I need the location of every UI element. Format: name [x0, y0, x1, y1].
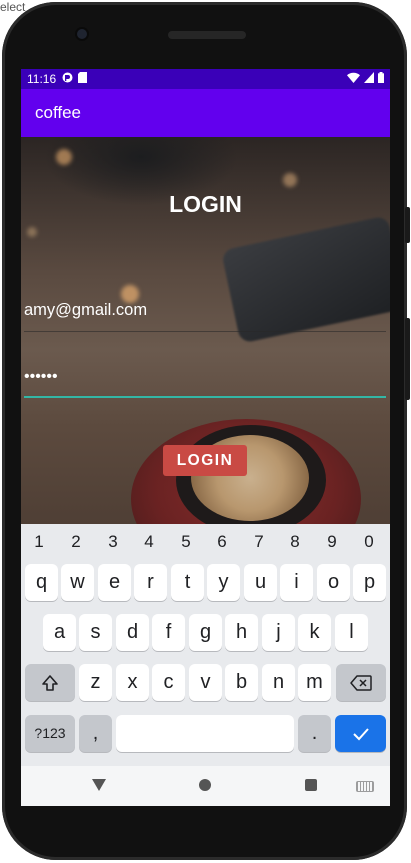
login-button[interactable]: LOGIN	[163, 445, 247, 476]
app-notification-icon	[62, 72, 73, 86]
keyboard-switch-icon[interactable]	[356, 781, 374, 792]
navigation-bar	[21, 766, 390, 806]
power-button	[405, 318, 410, 400]
window-label: elect	[0, 0, 26, 14]
key-s[interactable]: s	[79, 614, 112, 651]
key-4[interactable]: 4	[134, 532, 164, 552]
key-w[interactable]: w	[61, 564, 94, 601]
key-b[interactable]: b	[225, 664, 258, 701]
key-0[interactable]: 0	[354, 532, 384, 552]
key-t[interactable]: t	[171, 564, 204, 601]
bokeh-light	[283, 173, 297, 187]
period-key[interactable]: .	[298, 715, 331, 752]
key-f[interactable]: f	[152, 614, 185, 651]
key-2[interactable]: 2	[61, 532, 91, 552]
key-c[interactable]: c	[152, 664, 185, 701]
shift-icon	[41, 671, 59, 693]
signal-icon	[364, 72, 374, 86]
key-q[interactable]: q	[25, 564, 58, 601]
key-7[interactable]: 7	[244, 532, 274, 552]
key-g[interactable]: g	[189, 614, 222, 651]
key-9[interactable]: 9	[317, 532, 347, 552]
sd-card-icon	[78, 72, 88, 86]
volume-button	[405, 207, 410, 243]
email-value: amy@gmail.com	[24, 301, 148, 319]
key-p[interactable]: p	[353, 564, 386, 601]
soft-keyboard: 1 2 3 4 5 6 7 8 9 0 q w e r t y u i o p	[21, 524, 390, 766]
email-field[interactable]: amy@gmail.com	[24, 295, 386, 332]
device-screen: 11:16 coffee LOGIN amy@gmail.com •••••• …	[21, 69, 390, 806]
key-d[interactable]: d	[116, 614, 149, 651]
password-value: ••••••	[24, 368, 58, 385]
back-icon[interactable]	[92, 779, 106, 791]
number-row: 1 2 3 4 5 6 7 8 9 0	[21, 532, 390, 558]
symbols-key[interactable]: ?123	[25, 715, 75, 752]
key-o[interactable]: o	[317, 564, 350, 601]
key-a[interactable]: a	[43, 614, 76, 651]
backspace-key[interactable]	[336, 664, 386, 701]
wifi-icon	[347, 72, 360, 86]
shift-key[interactable]	[25, 664, 75, 701]
bokeh-light	[56, 149, 72, 165]
key-z[interactable]: z	[79, 664, 112, 701]
key-n[interactable]: n	[262, 664, 295, 701]
front-camera	[77, 29, 87, 39]
key-5[interactable]: 5	[171, 532, 201, 552]
key-i[interactable]: i	[280, 564, 313, 601]
bokeh-light	[27, 227, 37, 237]
key-l[interactable]: l	[335, 614, 368, 651]
key-3[interactable]: 3	[98, 532, 128, 552]
key-j[interactable]: j	[262, 614, 295, 651]
status-bar: 11:16	[21, 69, 390, 89]
backspace-icon	[350, 671, 372, 693]
key-v[interactable]: v	[189, 664, 222, 701]
home-icon[interactable]	[199, 779, 211, 791]
key-k[interactable]: k	[298, 614, 331, 651]
battery-icon	[378, 72, 384, 86]
password-field[interactable]: ••••••	[24, 362, 386, 398]
key-8[interactable]: 8	[280, 532, 310, 552]
key-h[interactable]: h	[225, 614, 258, 651]
key-e[interactable]: e	[98, 564, 131, 601]
app-bar: coffee	[21, 89, 390, 137]
login-background: LOGIN amy@gmail.com •••••• LOGIN	[21, 137, 390, 524]
space-bar[interactable]	[116, 715, 294, 752]
key-x[interactable]: x	[116, 664, 149, 701]
recents-icon[interactable]	[305, 779, 317, 791]
key-1[interactable]: 1	[24, 532, 54, 552]
enter-key[interactable]	[335, 715, 386, 752]
key-6[interactable]: 6	[207, 532, 237, 552]
app-title: coffee	[35, 103, 82, 122]
phone-frame: 11:16 coffee LOGIN amy@gmail.com •••••• …	[2, 2, 410, 860]
checkmark-icon	[352, 722, 370, 744]
key-m[interactable]: m	[298, 664, 331, 701]
status-time: 11:16	[27, 72, 57, 86]
comma-key[interactable]: ,	[79, 715, 112, 752]
earpiece-speaker	[168, 31, 246, 39]
key-r[interactable]: r	[134, 564, 167, 601]
key-u[interactable]: u	[244, 564, 277, 601]
login-heading: LOGIN	[169, 191, 242, 217]
key-y[interactable]: y	[207, 564, 240, 601]
